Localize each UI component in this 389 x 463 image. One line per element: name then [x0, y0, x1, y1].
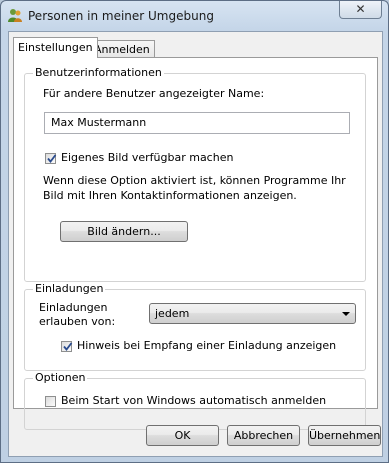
share-picture-description-line2: Bild mit Ihren Kontaktinformationen anze… [43, 189, 297, 202]
user-info-group-title: Benutzerinformationen [33, 66, 164, 79]
ok-button[interactable]: OK [146, 425, 219, 446]
options-group: Optionen Beim Start von Windows automati… [24, 371, 366, 430]
settings-tab-panel: Benutzerinformationen Für andere Benutze… [13, 57, 378, 430]
people-near-me-icon [7, 7, 23, 23]
notify-invitation-checkbox[interactable] [61, 341, 73, 352]
auto-sign-in-label[interactable]: Beim Start von Windows automatisch anmel… [61, 394, 326, 407]
share-picture-label[interactable]: Eigenes Bild verfügbar machen [61, 151, 233, 164]
share-picture-description-line1: Wenn diese Option aktiviert ist, können … [43, 174, 346, 187]
dialog-client-area: Einstellungen Anmelden Benutzerinformati… [8, 31, 383, 457]
auto-sign-in-checkbox[interactable] [45, 396, 56, 407]
allow-from-label-line2: erlauben von: [39, 315, 116, 328]
dropdown-arrow-icon [342, 312, 350, 316]
user-info-group: Benutzerinformationen Für andere Benutze… [24, 66, 366, 282]
check-icon [47, 154, 57, 163]
cancel-button[interactable]: Abbrechen [227, 425, 300, 446]
dialog-window: Personen in meiner Umgebung ✕ Einstellun… [0, 0, 389, 463]
allow-from-select[interactable]: jedem [149, 303, 356, 324]
allow-from-selected-value: jedem [155, 307, 190, 320]
notify-invitation-label[interactable]: Hinweis bei Empfang einer Einladung anze… [77, 339, 336, 352]
invitations-group-title: Einladungen [33, 282, 106, 295]
window-title: Personen in meiner Umgebung [28, 9, 214, 23]
allow-from-label-line1: Einladungen [39, 301, 108, 314]
apply-button[interactable]: Übernehmen [308, 425, 381, 446]
change-picture-button[interactable]: Bild ändern... [60, 221, 188, 242]
tab-settings[interactable]: Einstellungen [13, 37, 98, 58]
display-name-label: Für andere Benutzer angezeigter Name: [43, 87, 265, 100]
check-icon [63, 342, 73, 351]
options-group-title: Optionen [33, 371, 88, 384]
share-picture-checkbox[interactable] [45, 153, 57, 164]
display-name-input[interactable]: Max Mustermann [44, 112, 350, 134]
close-icon: ✕ [355, 2, 366, 16]
close-button[interactable]: ✕ [339, 1, 382, 19]
title-bar[interactable]: Personen in meiner Umgebung ✕ [1, 1, 388, 31]
invitations-group: Einladungen Einladungen erlauben von: je… [24, 282, 366, 371]
